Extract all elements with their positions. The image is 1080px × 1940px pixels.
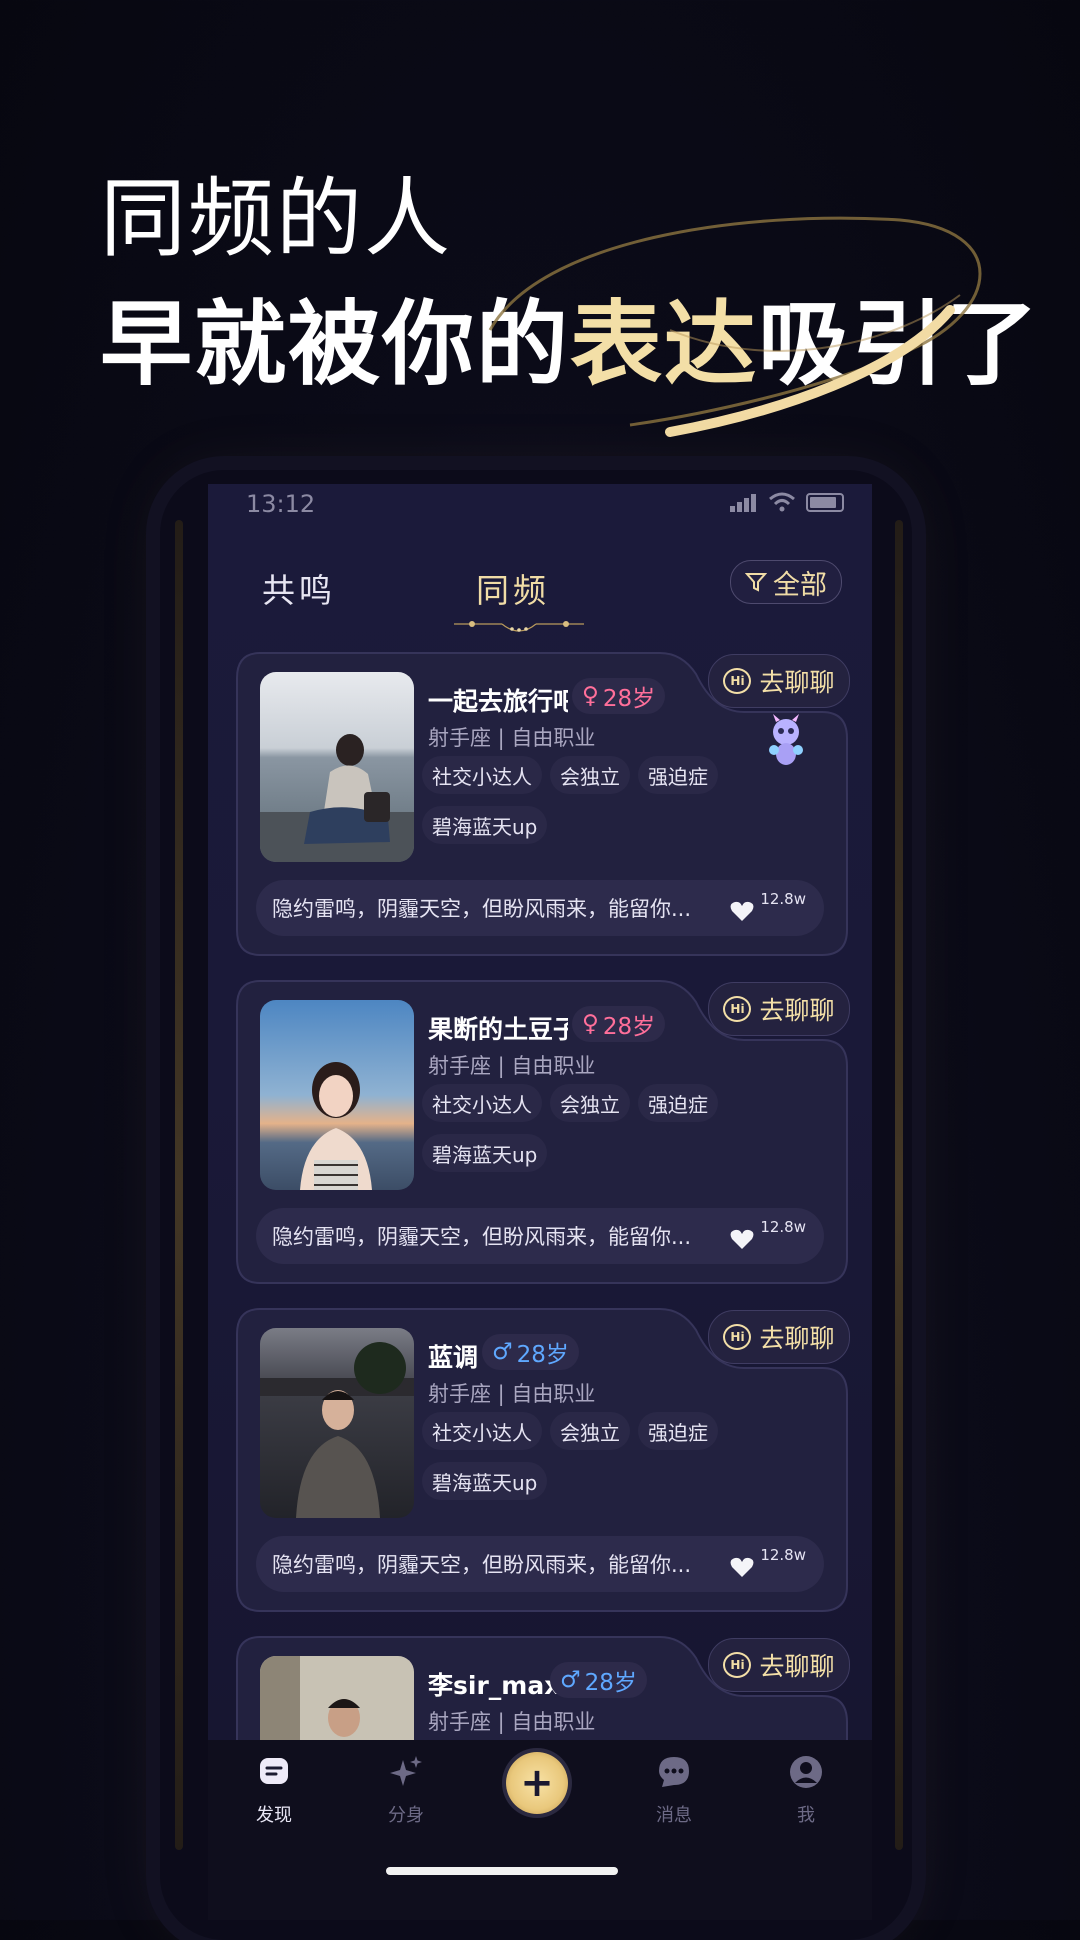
age-text: 28岁: [602, 1014, 656, 1040]
tag: 强迫症: [638, 1084, 718, 1122]
discover-icon: [260, 1758, 288, 1784]
tag: 社交小达人: [422, 1412, 542, 1450]
age-badge: ♀ 28岁: [572, 1006, 666, 1042]
tag-list: 社交小达人 会独立 强迫症 碧海蓝天up: [422, 1084, 742, 1172]
app-screen: 13:12 共鸣 同频 全部 Hi 去聊聊 一起去旅行吧 ♀ 28岁 射手座 |…: [208, 484, 872, 1920]
nav-messages[interactable]: 消息: [634, 1754, 714, 1827]
user-name: 果断的土豆子: [428, 1015, 568, 1044]
age-badge: ♂ 28岁: [482, 1334, 579, 1370]
like-count: 12.8w: [760, 1218, 806, 1236]
quote-bubble[interactable]: 隐约雷鸣，阴霾天空，但盼风雨来，能留你... 12.8w: [256, 880, 824, 936]
user-subtitle: 射手座 | 自由职业: [428, 1054, 596, 1078]
battery-icon: [806, 492, 844, 512]
chat-label: 去聊聊: [759, 1652, 835, 1681]
user-photo[interactable]: [260, 672, 414, 862]
sparkle-icon: [390, 1756, 422, 1786]
headline-line-1: 同频的人: [100, 169, 452, 269]
tag: 社交小达人: [422, 756, 542, 794]
tag-list: 社交小达人 会独立 强迫症 碧海蓝天up: [422, 756, 742, 844]
gold-swoosh-decoration: [488, 216, 982, 437]
nav-avatar[interactable]: 分身: [366, 1754, 446, 1827]
age-text: 28岁: [602, 686, 656, 712]
chat-button[interactable]: Hi 去聊聊: [708, 1310, 850, 1364]
filter-button[interactable]: 全部: [730, 560, 842, 604]
like-count: 12.8w: [760, 1546, 806, 1564]
user-name: 蓝调: [428, 1343, 479, 1372]
quote-text: 隐约雷鸣，阴霾天空，但盼风雨来，能留你...: [272, 1225, 692, 1249]
user-card[interactable]: Hi 去聊聊 果断的土豆子 ♀ 28岁 射手座 | 自由职业 社交小达人 会独立 强…: [236, 980, 850, 1284]
user-name: 李sir_max: [428, 1671, 561, 1700]
nav-label: 消息: [656, 1805, 692, 1826]
chat-bubble-icon: [659, 1757, 689, 1787]
male-icon: ♂: [492, 1339, 513, 1365]
plus-icon: +: [520, 1760, 554, 1806]
tab-same-frequency[interactable]: 同频: [476, 564, 550, 612]
tag: 会独立: [550, 1084, 630, 1122]
tag: 强迫症: [638, 756, 718, 794]
hi-icon: Hi: [723, 1652, 752, 1678]
home-indicator: [386, 1867, 618, 1875]
add-button[interactable]: +: [506, 1752, 568, 1814]
tag: 强迫症: [638, 1412, 718, 1450]
heart-icon[interactable]: [730, 1228, 754, 1250]
user-name: 一起去旅行吧: [428, 687, 568, 716]
chat-button[interactable]: Hi 去聊聊: [708, 654, 850, 708]
user-subtitle: 射手座 | 自由职业: [428, 1382, 596, 1406]
quote-bubble[interactable]: 隐约雷鸣，阴霾天空，但盼风雨来，能留你... 12.8w: [256, 1208, 824, 1264]
bottom-nav: 发现 分身 + 消息 我: [208, 1740, 872, 1920]
female-icon: ♀: [582, 683, 599, 709]
user-photo[interactable]: [260, 1000, 414, 1190]
hi-icon: Hi: [723, 996, 752, 1022]
hi-icon: Hi: [723, 668, 752, 694]
chat-label: 去聊聊: [759, 996, 835, 1025]
age-text: 28岁: [516, 1342, 569, 1368]
quote-text: 隐约雷鸣，阴霾天空，但盼风雨来，能留你...: [272, 1553, 692, 1577]
quote-bubble[interactable]: 隐约雷鸣，阴霾天空，但盼风雨来，能留你... 12.8w: [256, 1536, 824, 1592]
tag: 会独立: [550, 1412, 630, 1450]
user-subtitle: 射手座 | 自由职业: [428, 1710, 596, 1734]
heart-icon[interactable]: [730, 1556, 754, 1578]
chat-button[interactable]: Hi 去聊聊: [708, 1638, 850, 1692]
user-subtitle: 射手座 | 自由职业: [428, 726, 596, 750]
tag: 会独立: [550, 756, 630, 794]
chat-label: 去聊聊: [759, 668, 835, 697]
phone-edge-right: [895, 520, 903, 1850]
wifi-icon: [769, 492, 795, 512]
age-badge: ♂ 28岁: [550, 1662, 647, 1698]
chat-button[interactable]: Hi 去聊聊: [708, 982, 850, 1036]
user-card[interactable]: Hi 去聊聊 一起去旅行吧 ♀ 28岁 射手座 | 自由职业 社交小达人 会独立 强…: [236, 652, 850, 956]
nav-label: 我: [797, 1805, 815, 1826]
dragon-mascot-icon: [769, 714, 803, 765]
heart-icon[interactable]: [730, 900, 754, 922]
tag: 社交小达人: [422, 1084, 542, 1122]
nav-label: 分身: [388, 1805, 424, 1826]
signal-icon: [730, 493, 758, 512]
tag: 碧海蓝天up: [422, 1134, 548, 1172]
filter-icon: [745, 573, 767, 592]
nav-profile[interactable]: 我: [766, 1754, 846, 1827]
user-photo[interactable]: [260, 1328, 414, 1518]
quote-text: 隐约雷鸣，阴霾天空，但盼风雨来，能留你...: [272, 897, 692, 921]
nav-label: 发现: [256, 1805, 292, 1826]
status-icons: [730, 492, 844, 512]
female-icon: ♀: [582, 1011, 599, 1037]
phone-edge-left: [175, 520, 183, 1850]
profile-icon: [790, 1756, 822, 1788]
tag: 碧海蓝天up: [422, 1462, 548, 1500]
male-icon: ♂: [560, 1667, 581, 1693]
like-count: 12.8w: [760, 890, 806, 908]
age-badge: ♀ 28岁: [572, 678, 666, 714]
active-tab-ornament: [454, 621, 584, 632]
tag-list: 社交小达人 会独立 强迫症 碧海蓝天up: [422, 1412, 742, 1500]
chat-label: 去聊聊: [759, 1324, 835, 1353]
tag: 碧海蓝天up: [422, 806, 548, 844]
hi-icon: Hi: [723, 1324, 752, 1350]
user-card[interactable]: Hi 去聊聊 蓝调 ♂ 28岁 射手座 | 自由职业 社交小达人 会独立 强迫症 碧…: [236, 1308, 850, 1612]
age-text: 28岁: [584, 1670, 637, 1696]
tab-resonance[interactable]: 共鸣: [262, 564, 336, 612]
nav-discover[interactable]: 发现: [234, 1754, 314, 1827]
status-time: 13:12: [246, 490, 316, 518]
filter-label: 全部: [773, 569, 827, 601]
